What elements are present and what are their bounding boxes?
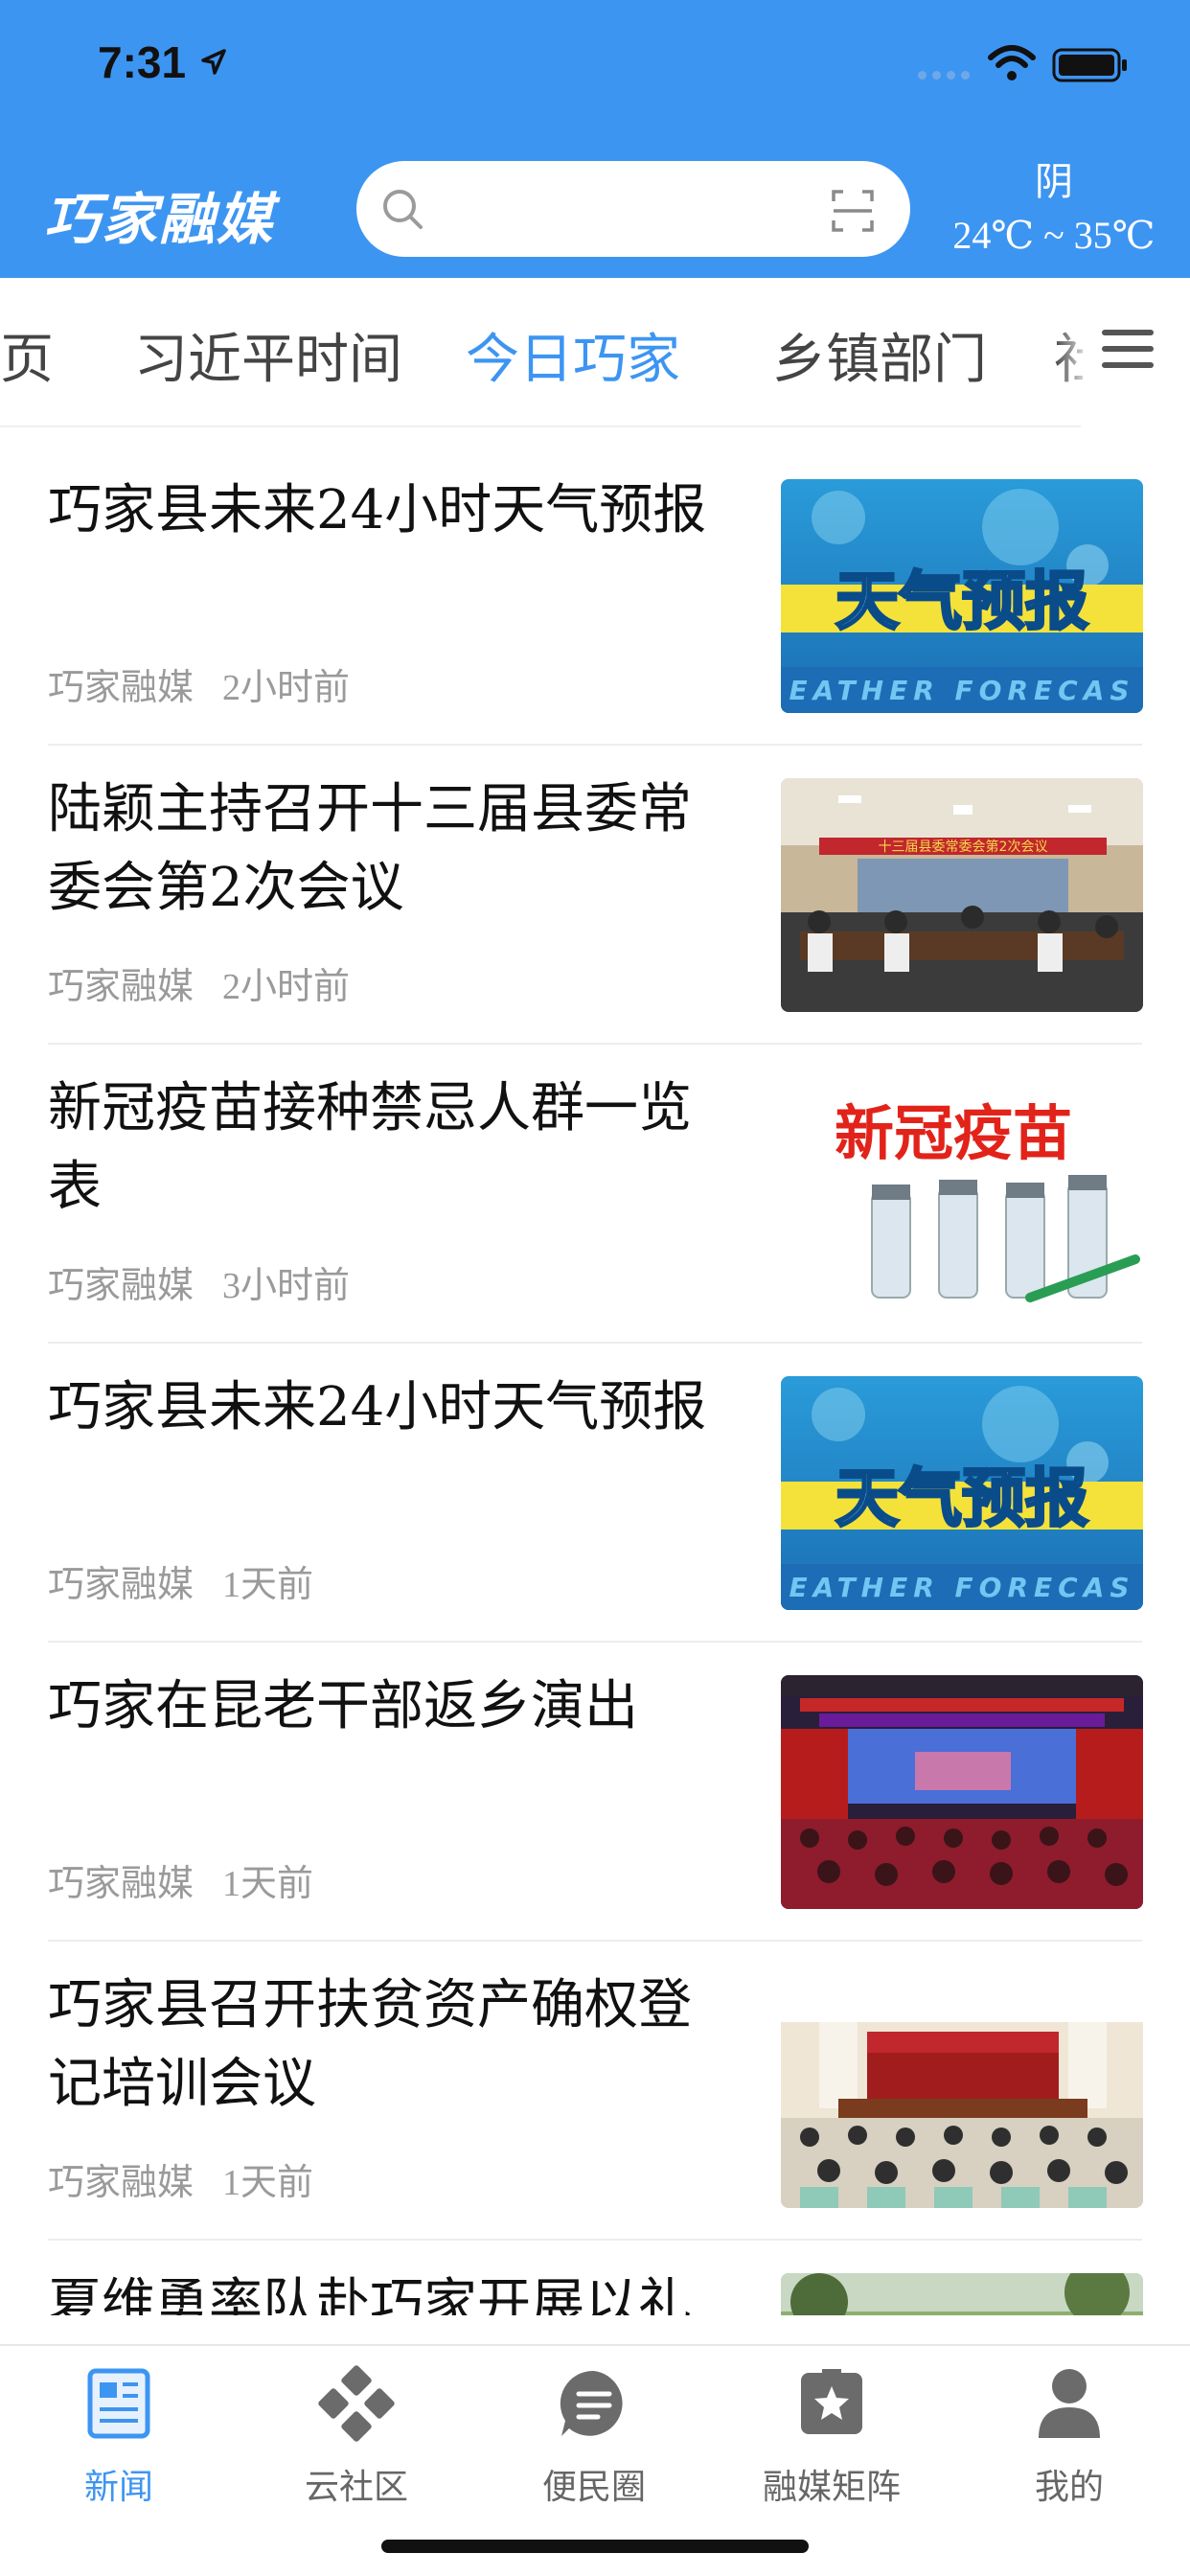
status-time: 7:31: [98, 37, 187, 87]
news-title: 巧家县未来24小时天气预报: [48, 479, 707, 541]
nav-label: 我的: [1034, 2468, 1104, 2506]
nav-news[interactable]: 新闻: [0, 2365, 238, 2509]
battery-icon: [1052, 48, 1127, 82]
news-thumbnail: 十三届县委常委会第2次会议: [781, 778, 1143, 1012]
thumb-text: 十三届县委常委会第2次会议: [879, 839, 1048, 855]
tab-divider: [0, 426, 1081, 427]
news-title: 巧家县召开扶贫资产确权登记培训会议: [48, 1974, 692, 2115]
chat-icon: [560, 2370, 623, 2436]
news-item[interactable]: 新冠疫苗接种禁忌人群一览表 巧家融媒 3小时前 新冠疫苗: [0, 1045, 1190, 1344]
news-item[interactable]: 陆颖主持召开十三届县委常委会第2次会议 巧家融媒 2小时前 十三届县委常委会第2次…: [0, 746, 1190, 1045]
nav-profile[interactable]: 我的: [950, 2365, 1188, 2509]
star-icon: [801, 2369, 862, 2434]
news-item[interactable]: 夏维勇率队赴巧家开展以礼: [0, 2241, 1190, 2315]
nav-label: 融媒矩阵: [762, 2468, 901, 2506]
news-title: 巧家在昆老干部返乡演出: [48, 1675, 638, 1737]
scan-icon[interactable]: [830, 188, 876, 234]
menu-icon[interactable]: [1100, 326, 1156, 372]
news-meta: 巧家融媒 1天前: [48, 2152, 342, 2205]
nav-service-circle[interactable]: 便民圈: [475, 2365, 713, 2509]
nav-community[interactable]: 云社区: [238, 2365, 475, 2509]
news-title: 新冠疫苗接种禁忌人群一览表: [48, 1077, 692, 1218]
news-item[interactable]: 巧家在昆老干部返乡演出 巧家融媒 1天前: [0, 1643, 1190, 1942]
news-item[interactable]: 巧家县未来24小时天气预报 巧家融媒 2小时前 天气预报 EATHER FOREC…: [0, 447, 1190, 746]
news-item[interactable]: 巧家县未来24小时天气预报 巧家融媒 1天前 天气预报 EATHER FORECA…: [0, 1344, 1190, 1643]
news-meta: 巧家融媒 2小时前: [48, 657, 378, 710]
news-time: 2小时前: [222, 967, 351, 1007]
weather-condition: 阴: [1035, 160, 1073, 203]
news-time: 1天前: [222, 2163, 314, 2203]
news-source: 巧家融媒: [48, 2163, 195, 2203]
news-time: 2小时前: [222, 668, 351, 708]
news-title: 夏维勇率队赴巧家开展以礼: [48, 2273, 692, 2315]
news-source: 巧家融媒: [48, 668, 195, 708]
news-meta: 巧家融媒 2小时前: [48, 956, 378, 1009]
thumb-subtext: EATHER FORECAS: [789, 675, 1134, 706]
search-icon: [383, 190, 423, 229]
weather-widget[interactable]: 阴 24℃ ~ 35℃: [934, 155, 1174, 263]
news-thumbnail: 新冠疫苗: [781, 1077, 1143, 1311]
news-icon: [87, 2368, 150, 2439]
nav-media-matrix[interactable]: 融媒矩阵: [713, 2365, 950, 2509]
news-meta: 巧家融媒 1天前: [48, 1853, 342, 1906]
app-logo: 巧家融媒: [44, 187, 275, 252]
news-thumbnail: [781, 1675, 1143, 1909]
news-title: 陆颖主持召开十三届县委常委会第2次会议: [48, 778, 692, 919]
thumb-text: 新冠疫苗: [835, 1098, 1072, 1168]
home-indicator: [381, 2540, 809, 2553]
news-title: 巧家县未来24小时天气预报: [48, 1376, 707, 1438]
signal-icon: [918, 71, 970, 80]
category-tabs: 页 习近平时间 今日巧家 乡镇部门 社: [0, 278, 1190, 427]
news-list: 巧家县未来24小时天气预报 巧家融媒 2小时前 天气预报 EATHER FOREC…: [0, 447, 1190, 2315]
app-header: 7:31 巧家融媒 阴 24℃ ~ 35℃: [0, 0, 1190, 278]
nav-label: 云社区: [304, 2468, 408, 2506]
search-input[interactable]: [356, 161, 910, 257]
tab-today-qiaojia[interactable]: 今日巧家: [466, 316, 680, 394]
news-thumbnail: [781, 2273, 1143, 2315]
news-source: 巧家融媒: [48, 1864, 195, 1904]
news-source: 巧家融媒: [48, 1565, 195, 1605]
tab-xi-time[interactable]: 习近平时间: [134, 316, 402, 394]
news-meta: 巧家融媒 1天前: [48, 1554, 342, 1607]
tab-township-departments[interactable]: 乡镇部门: [772, 316, 987, 394]
tab-home[interactable]: 页: [0, 316, 54, 394]
nav-label: 新闻: [83, 2468, 153, 2506]
thumb-text: 天气预报: [835, 1461, 1088, 1535]
news-thumbnail: 天气预报 EATHER FORECAS: [781, 1376, 1143, 1610]
wifi-icon: [988, 45, 1036, 80]
news-source: 巧家融媒: [48, 1266, 195, 1306]
user-icon: [1039, 2369, 1100, 2438]
news-time: 1天前: [222, 1565, 314, 1605]
thumb-subtext: EATHER FORECAS: [789, 1572, 1134, 1603]
news-source: 巧家融媒: [48, 967, 195, 1007]
news-item[interactable]: 巧家县召开扶贫资产确权登记培训会议 巧家融媒 1天前: [0, 1942, 1190, 2241]
thumb-text: 天气预报: [835, 564, 1088, 638]
location-arrow-icon: [201, 49, 226, 75]
news-thumbnail: [781, 1974, 1143, 2208]
nav-label: 便民圈: [541, 2468, 646, 2506]
news-thumbnail: 天气预报 EATHER FORECAS: [781, 479, 1143, 713]
news-meta: 巧家融媒 3小时前: [48, 1255, 378, 1308]
news-time: 1天前: [222, 1864, 314, 1904]
community-icon: [318, 2365, 395, 2442]
weather-temperature: 24℃ ~ 35℃: [952, 214, 1156, 257]
news-time: 3小时前: [222, 1266, 351, 1306]
